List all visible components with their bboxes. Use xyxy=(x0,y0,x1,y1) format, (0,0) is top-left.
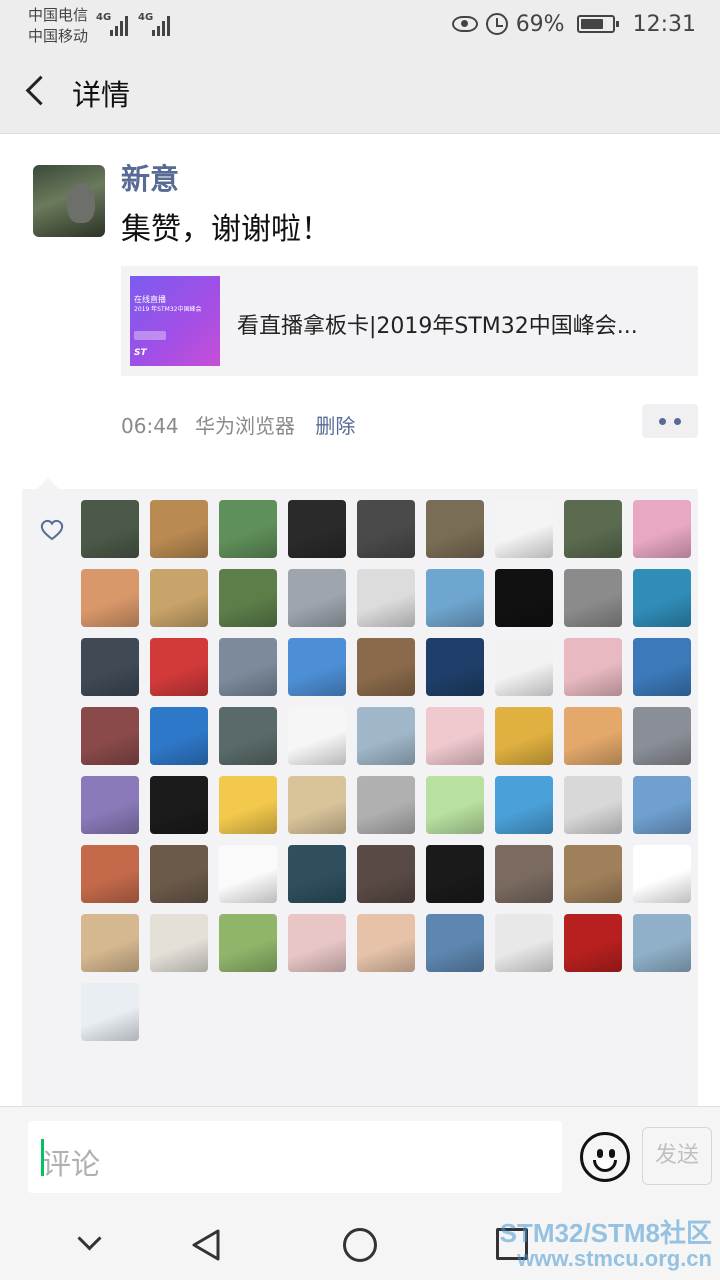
liker-avatar[interactable] xyxy=(426,638,484,696)
liker-avatar[interactable] xyxy=(633,569,691,627)
nav-home-icon[interactable] xyxy=(343,1228,377,1262)
author-name[interactable]: 新意 xyxy=(121,156,179,198)
clock: 12:31 xyxy=(632,11,696,37)
liker-avatar[interactable] xyxy=(150,638,208,696)
liker-avatar[interactable] xyxy=(219,914,277,972)
liker-avatar[interactable] xyxy=(495,638,553,696)
liker-avatar[interactable] xyxy=(357,776,415,834)
liker-avatar[interactable] xyxy=(81,914,139,972)
liker-avatar[interactable] xyxy=(426,776,484,834)
liker-avatar[interactable] xyxy=(150,776,208,834)
post-meta: 06:44 华为浏览器 删除 xyxy=(121,410,355,439)
shared-link-card[interactable]: 在线直播 2019 年STM32中国峰会 ST 看直播拿板卡|2019年STM3… xyxy=(121,266,698,376)
link-thumbnail: 在线直播 2019 年STM32中国峰会 ST xyxy=(130,276,220,366)
liker-avatar[interactable] xyxy=(288,914,346,972)
liker-avatar[interactable] xyxy=(219,500,277,558)
battery-icon xyxy=(576,15,619,33)
liker-avatar[interactable] xyxy=(426,845,484,903)
liker-avatar[interactable] xyxy=(564,845,622,903)
liker-avatar[interactable] xyxy=(81,638,139,696)
liker-avatar[interactable] xyxy=(357,845,415,903)
liker-avatar[interactable] xyxy=(81,983,139,1041)
liker-avatar[interactable] xyxy=(564,569,622,627)
link-title: 看直播拿板卡|2019年STM32中国峰会... xyxy=(237,314,638,339)
liker-avatar[interactable] xyxy=(219,638,277,696)
liker-avatar[interactable] xyxy=(633,845,691,903)
liker-avatar[interactable] xyxy=(81,500,139,558)
st-logo-icon: ST xyxy=(134,348,147,358)
liker-avatar[interactable] xyxy=(219,845,277,903)
liker-avatar[interactable] xyxy=(633,776,691,834)
liker-avatar[interactable] xyxy=(495,500,553,558)
liker-avatar[interactable] xyxy=(150,845,208,903)
liker-avatar[interactable] xyxy=(426,707,484,765)
liker-avatar[interactable] xyxy=(150,569,208,627)
liker-avatar[interactable] xyxy=(150,707,208,765)
nav-back-icon[interactable] xyxy=(190,1228,222,1262)
comment-input[interactable]: 评论 xyxy=(28,1121,562,1193)
carrier-2: 中国移动 xyxy=(28,27,89,45)
liker-avatar[interactable] xyxy=(495,845,553,903)
liker-avatar[interactable] xyxy=(564,500,622,558)
send-button[interactable]: 发送 xyxy=(642,1127,712,1185)
liker-avatar[interactable] xyxy=(357,638,415,696)
eye-comfort-icon xyxy=(451,16,478,32)
page-title: 详情 xyxy=(72,78,131,112)
liker-avatar[interactable] xyxy=(564,776,622,834)
liker-avatar[interactable] xyxy=(357,500,415,558)
liker-avatar[interactable] xyxy=(81,569,139,627)
battery-percent: 69% xyxy=(515,11,565,37)
liker-avatar[interactable] xyxy=(288,638,346,696)
liker-avatar[interactable] xyxy=(564,707,622,765)
liker-avatar[interactable] xyxy=(564,638,622,696)
liker-avatar[interactable] xyxy=(633,914,691,972)
liker-avatar[interactable] xyxy=(357,914,415,972)
post-time: 06:44 xyxy=(121,414,179,438)
liker-avatar[interactable] xyxy=(633,638,691,696)
post-source: 华为浏览器 xyxy=(195,414,295,438)
liker-avatar[interactable] xyxy=(150,500,208,558)
liker-avatar[interactable] xyxy=(495,707,553,765)
status-bar: 中国电信 中国移动 4G 4G 69% 12:31 xyxy=(0,0,720,48)
liker-avatar[interactable] xyxy=(81,776,139,834)
liker-avatar[interactable] xyxy=(81,845,139,903)
liker-avatar[interactable] xyxy=(357,569,415,627)
liker-avatar[interactable] xyxy=(81,707,139,765)
status-right: 69% 12:31 xyxy=(451,8,696,40)
liker-avatar[interactable] xyxy=(357,707,415,765)
liker-avatar[interactable] xyxy=(150,914,208,972)
liker-avatar[interactable] xyxy=(495,914,553,972)
heart-icon xyxy=(40,519,64,541)
watermark: STM32/STM8社区 www.stmcu.org.cn xyxy=(499,1218,712,1271)
liker-avatar[interactable] xyxy=(288,776,346,834)
liker-avatar[interactable] xyxy=(564,914,622,972)
author-avatar[interactable] xyxy=(33,165,105,237)
liker-avatar[interactable] xyxy=(288,569,346,627)
liker-avatar[interactable] xyxy=(219,707,277,765)
post-text: 集赞，谢谢啦！ xyxy=(121,212,331,247)
liker-avatar[interactable] xyxy=(426,500,484,558)
liker-avatar[interactable] xyxy=(288,500,346,558)
nav-bar: 详情 xyxy=(0,48,720,134)
back-arrow-icon[interactable] xyxy=(22,74,52,108)
alarm-icon xyxy=(485,13,508,35)
liker-avatar[interactable] xyxy=(426,914,484,972)
liker-avatar[interactable] xyxy=(633,707,691,765)
comment-bar: 评论 发送 xyxy=(0,1106,720,1206)
carrier-1: 中国电信 xyxy=(28,6,89,24)
liker-avatar[interactable] xyxy=(288,707,346,765)
liker-avatar[interactable] xyxy=(219,569,277,627)
delete-button[interactable]: 删除 xyxy=(315,414,355,438)
liker-avatar[interactable] xyxy=(288,845,346,903)
chevron-down-icon[interactable] xyxy=(78,1232,100,1254)
liker-avatar[interactable] xyxy=(219,776,277,834)
liker-avatar[interactable] xyxy=(426,569,484,627)
liker-avatar[interactable] xyxy=(633,500,691,558)
emoji-icon[interactable] xyxy=(580,1132,630,1182)
more-actions-button[interactable] xyxy=(642,404,698,438)
liker-avatar[interactable] xyxy=(495,569,553,627)
liker-avatar[interactable] xyxy=(495,776,553,834)
